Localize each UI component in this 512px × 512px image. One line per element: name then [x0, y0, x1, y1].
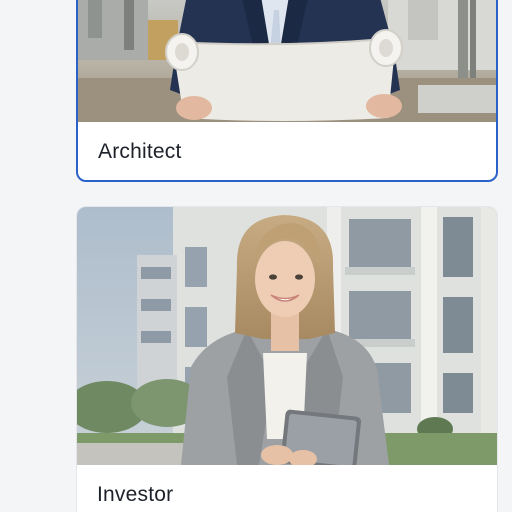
role-label-investor: Investor [97, 483, 174, 506]
role-label-architect: Architect [98, 140, 182, 163]
role-card-investor[interactable]: Investor [76, 206, 498, 512]
role-card-architect[interactable]: Architect [76, 0, 498, 182]
architect-photo [78, 0, 496, 122]
role-selection-page: Architect Investor [0, 0, 512, 512]
investor-photo [77, 207, 497, 465]
